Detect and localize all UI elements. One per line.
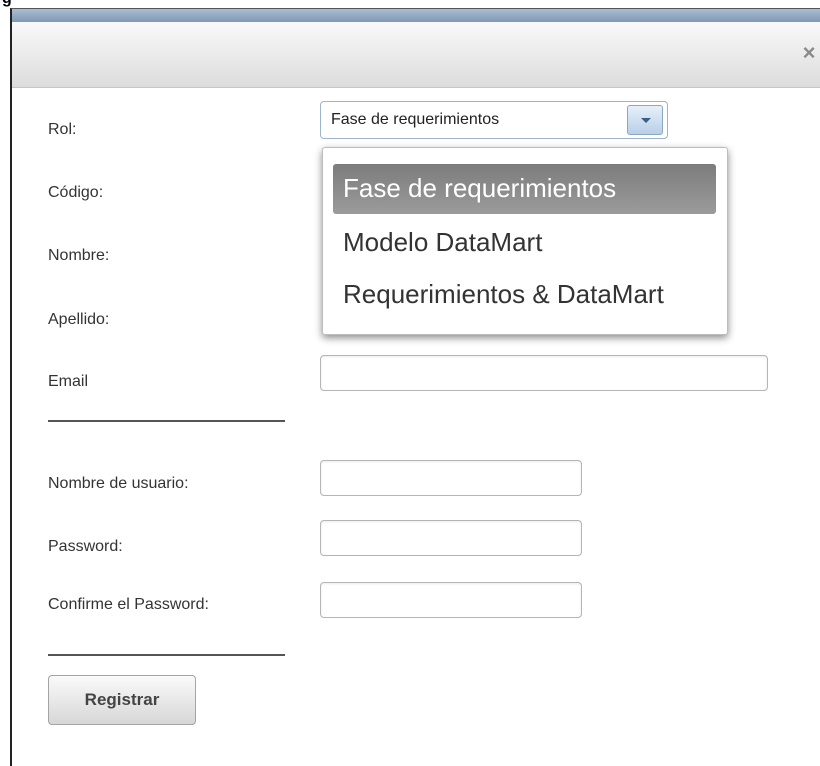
clipped-page-heading: g [2,0,12,8]
close-icon[interactable]: × [798,42,820,64]
code-label: Código: [48,184,104,201]
dialog-header: × [12,22,820,88]
username-label: Nombre de usuario: [48,475,189,492]
email-label: Email [48,373,89,390]
role-option-datamart-model[interactable]: Modelo DataMart [333,218,552,268]
password-field[interactable] [320,520,582,556]
first-name-label: Nombre: [48,247,110,264]
confirm-password-label: Confirme el Password: [48,596,209,613]
last-name-label: Apellido: [48,311,110,328]
form-divider-top [48,420,285,422]
username-field[interactable] [320,460,582,496]
register-button[interactable]: Registrar [48,675,196,725]
chevron-down-icon[interactable] [627,105,663,135]
dialog-top-bar [12,9,820,22]
page-root: g × Rol: Código: Nombre: Apellido: Email… [0,0,820,766]
form-divider-bottom [48,654,285,656]
role-select-value: Fase de requerimientos [331,111,500,128]
confirm-password-field[interactable] [320,582,582,618]
email-field[interactable] [320,355,768,391]
role-option-requirements-and-datamart[interactable]: Requerimientos & DataMart [333,270,674,320]
role-dropdown-menu: Fase de requerimientos Modelo DataMart R… [322,147,728,335]
role-option-requirements-phase[interactable]: Fase de requerimientos [333,164,716,214]
role-label: Rol: [48,121,77,138]
role-select[interactable]: Fase de requerimientos [320,101,668,139]
password-label: Password: [48,538,123,555]
